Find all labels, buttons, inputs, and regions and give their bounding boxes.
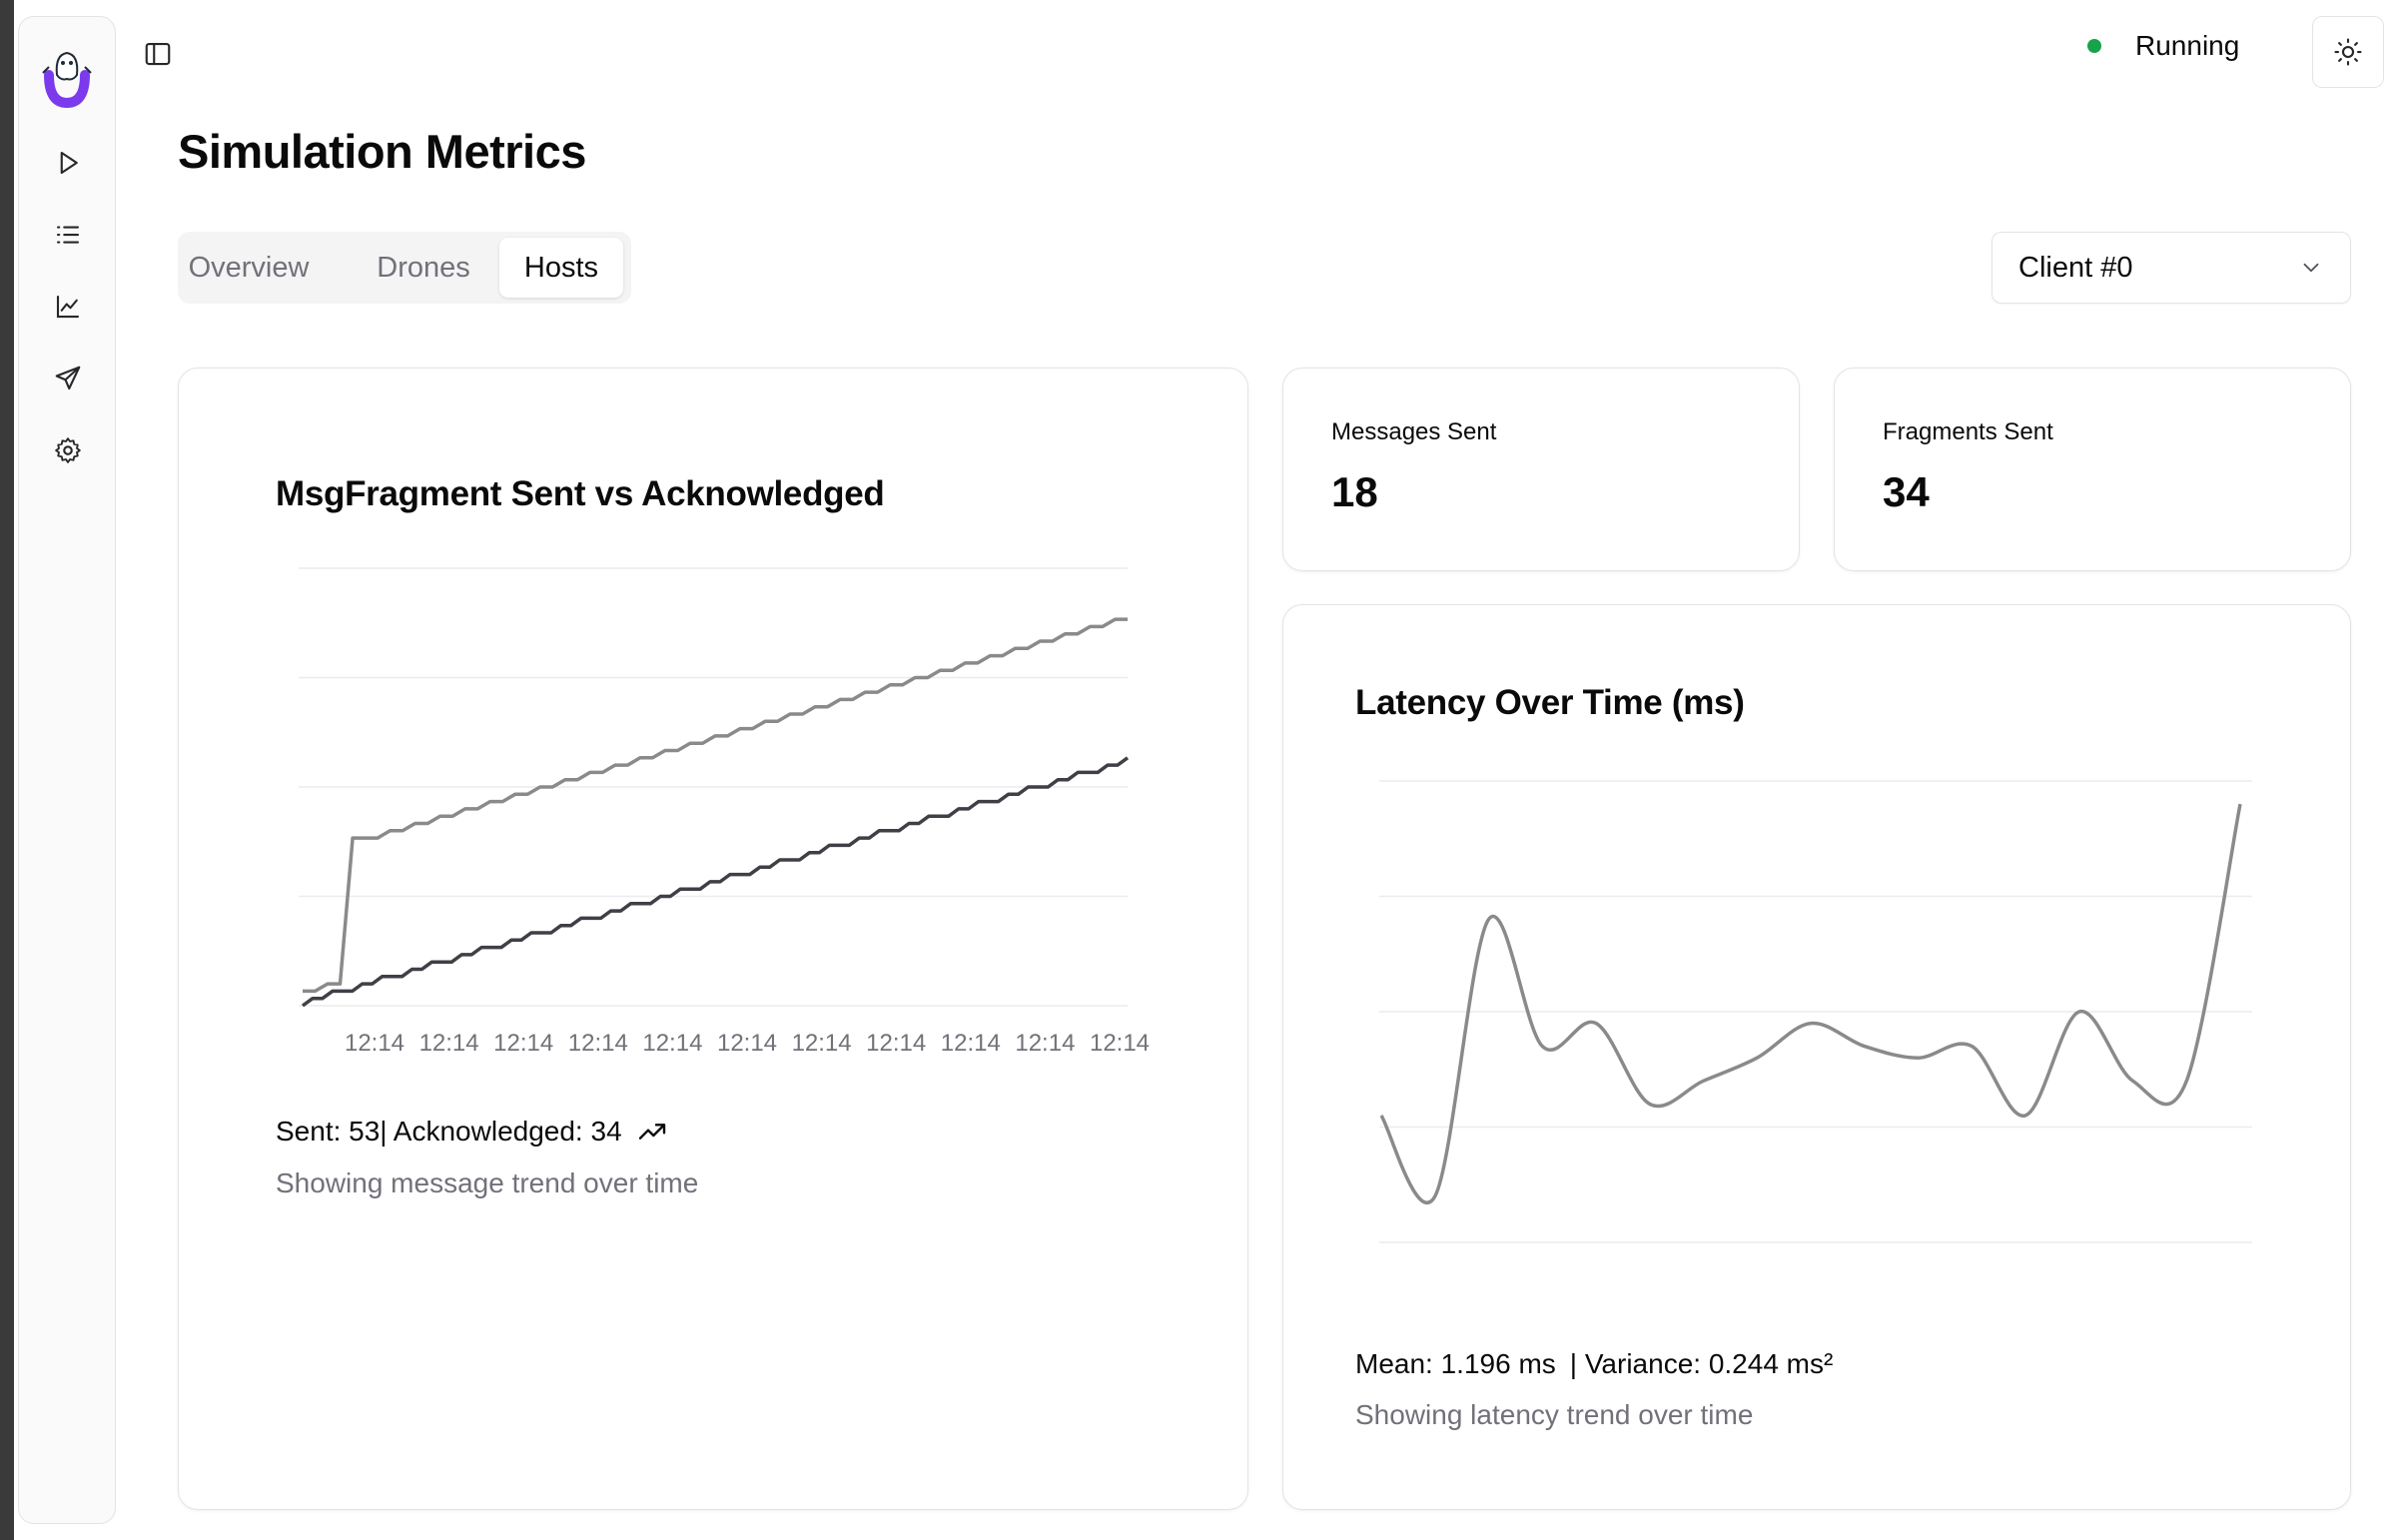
send-icon [55,366,81,390]
series-line-latency [1379,803,2242,1205]
theme-toggle-button[interactable] [2312,16,2384,88]
sidebar-toggle-button[interactable] [138,34,178,74]
fragments-sent-card: Fragments Sent 34 [1834,368,2351,571]
x-tick-label: 12:14 [345,1030,404,1057]
fragments-sent-label: Fragments Sent [1883,418,2053,445]
list-icon [56,226,80,244]
nav-logs[interactable] [48,215,88,255]
nav-run[interactable] [48,143,88,183]
series-line-sent [303,617,1128,994]
x-tick-label: 12:14 [642,1030,702,1057]
gear-icon [55,437,81,463]
nav-settings[interactable] [48,430,88,470]
window-edge [0,0,14,1540]
client-select-value: Client #0 [2018,251,2133,284]
latency-variance: | Variance: 0.244 ms² [1569,1348,1834,1379]
fragment-summary-text: Sent: 53| Acknowledged: 34 [276,1116,622,1147]
x-tick-label: 12:14 [1090,1030,1150,1057]
status-dot [2087,39,2101,53]
nav-metrics[interactable] [48,287,88,327]
metrics-tabs: Overview Drones Hosts [178,232,631,304]
page-title: Simulation Metrics [178,125,586,178]
messages-sent-card: Messages Sent 18 [1282,368,1800,571]
fragment-chart: 12:14 12:14 12:14 12:14 12:14 12:14 12:14 12:14… [299,567,1150,1057]
messages-sent-label: Messages Sent [1331,418,1497,445]
latency-summary: Mean: 1.196 ms | Variance: 0.244 ms² [1355,1348,1833,1380]
x-tick-label: 12:14 [941,1030,1001,1057]
messages-sent-value: 18 [1331,468,1378,515]
fragments-sent-value: 34 [1883,468,1930,515]
tab-drones[interactable]: Drones [362,238,485,298]
chevron-down-icon [2303,263,2319,273]
latency-chart-subtitle: Showing latency trend over time [1355,1399,1754,1430]
x-tick-label: 12:14 [866,1030,926,1057]
tab-overview[interactable]: Overview [189,238,310,298]
simulation-status: Running [2087,30,2239,62]
x-tick-label: 12:14 [568,1030,628,1057]
x-tick-label: 12:14 [792,1030,852,1057]
panel-left-icon [145,42,171,66]
client-select[interactable]: Client #0 [1992,232,2351,304]
app-logo[interactable] [35,41,99,121]
x-tick-label: 12:14 [1015,1030,1075,1057]
nav-send[interactable] [48,359,88,398]
series-line-acknowledged [301,756,1130,1008]
chart-line-icon [56,295,80,319]
play-icon [60,151,78,175]
status-label: Running [2135,30,2240,61]
fragment-chart-card: MsgFragment Sent vs Acknowledged 12:14 12… [178,368,1248,1510]
tab-hosts[interactable]: Hosts [499,238,623,298]
sidebar [18,16,116,1524]
trending-up-icon [638,1124,665,1140]
fragment-summary: Sent: 53| Acknowledged: 34 [276,1116,668,1148]
latency-chart-card: Latency Over Time (ms) Mean: 1.196 ms | … [1282,604,2351,1510]
fragment-chart-subtitle: Showing message trend over time [276,1167,699,1198]
latency-mean: Mean: 1.196 ms [1355,1348,1556,1379]
x-tick-label: 12:14 [493,1030,553,1057]
sun-icon [2334,38,2362,66]
x-tick-label: 12:14 [419,1030,479,1057]
latency-chart [1379,780,2252,1243]
x-tick-label: 12:14 [717,1030,777,1057]
